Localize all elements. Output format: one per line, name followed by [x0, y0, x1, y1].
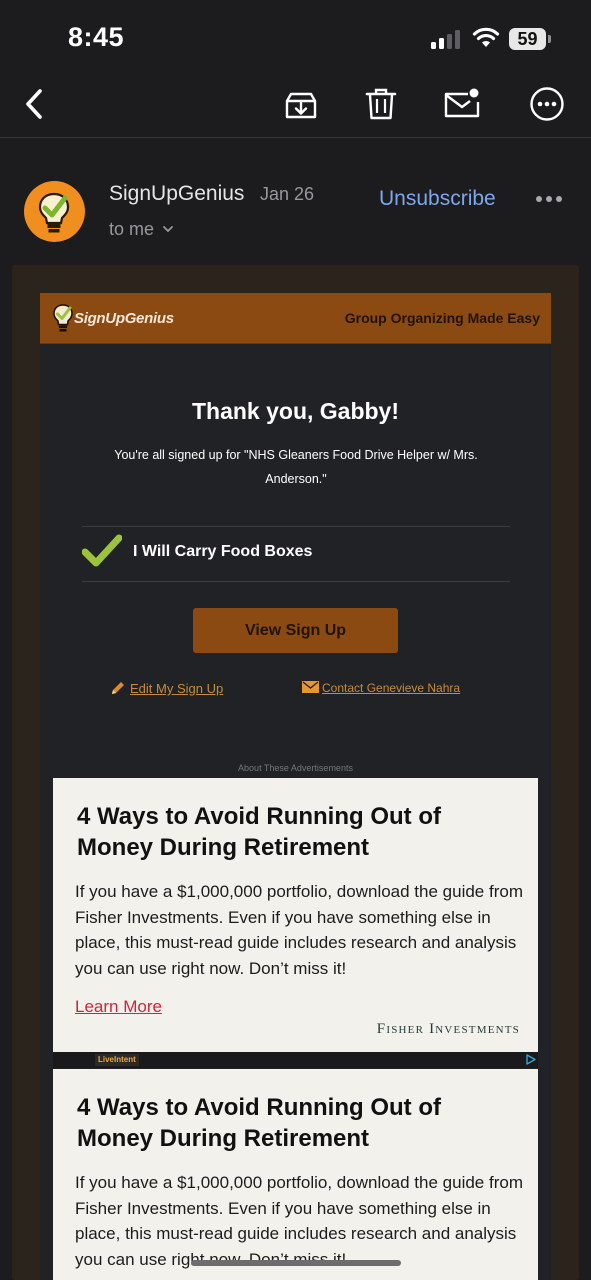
unsubscribe-button[interactable]: Unsubscribe [379, 187, 496, 211]
email-date: Jan 26 [260, 184, 315, 204]
brand-logo-text: SignUpGenius [74, 310, 174, 327]
chevron-down-icon [163, 226, 173, 233]
learn-more-link[interactable]: Learn More [75, 997, 162, 1017]
back-chevron-icon[interactable] [16, 86, 52, 122]
status-time: 8:45 [68, 22, 125, 52]
ad-card[interactable]: 4 Ways to Avoid Running Out of Money Dur… [53, 778, 538, 1052]
sender-avatar[interactable] [24, 181, 85, 242]
about-ads-link[interactable]: About These Advertisements [40, 763, 551, 773]
signupgenius-header: SignUpGenius Group Organizing Made Easy [40, 293, 551, 344]
signup-description: You're all signed up for "NHS Gleaners F… [114, 448, 478, 486]
lightbulb-logo-icon [53, 304, 73, 332]
recipient-toggle[interactable]: to me [109, 219, 174, 240]
battery-level: 59 [509, 28, 546, 50]
contact-organizer-label: Contact Genevieve Nahra [322, 681, 461, 695]
recipient-label: to me [109, 219, 155, 239]
ad-body: If you have a $1,000,000 portfolio, down… [75, 882, 523, 978]
contact-organizer-link[interactable]: Contact Genevieve Nahra [302, 681, 460, 695]
ad-body: If you have a $1,000,000 portfolio, down… [75, 1173, 523, 1269]
divider [82, 526, 510, 527]
liveintent-badge[interactable]: LiveIntent [95, 1054, 139, 1066]
ad-card[interactable]: 4 Ways to Avoid Running Out of Money Dur… [53, 1069, 538, 1280]
cellular-signal-icon [431, 29, 463, 49]
mail-toolbar [0, 72, 591, 138]
checkmark-icon [82, 534, 122, 567]
edit-signup-link[interactable]: Edit My Sign Up [110, 680, 223, 696]
adchoices-icon[interactable] [526, 1054, 536, 1065]
ad-network-strip: LiveIntent [53, 1052, 538, 1068]
brand-tagline: Group Organizing Made Easy [344, 310, 540, 326]
thank-you-heading: Thank you, Gabby! [191, 398, 400, 424]
archive-icon[interactable] [283, 86, 319, 122]
ad-title: 4 Ways to Avoid Running Out of Money Dur… [77, 1094, 441, 1152]
edit-signup-label: Edit My Sign Up [130, 681, 224, 696]
lightbulb-check-icon [38, 192, 70, 233]
advertiser-logo: Fisher Investments [376, 1021, 520, 1037]
status-bar: 8:45 59 [0, 0, 591, 72]
home-indicator[interactable] [191, 1260, 401, 1266]
mail-unread-icon[interactable] [444, 86, 480, 122]
more-circle-icon[interactable] [529, 86, 565, 122]
wifi-icon [472, 27, 500, 47]
pencil-icon [112, 682, 124, 694]
divider [82, 581, 510, 582]
more-horizontal-icon[interactable] [536, 196, 562, 202]
battery-tip [548, 35, 551, 43]
envelope-icon [302, 681, 319, 693]
trash-icon[interactable] [363, 86, 399, 122]
sender-name[interactable]: SignUpGenius [109, 182, 244, 206]
view-signup-button[interactable]: View Sign Up [193, 608, 398, 653]
slot-label: I Will Carry Food Boxes [133, 543, 313, 560]
ad-title: 4 Ways to Avoid Running Out of Money Dur… [77, 803, 441, 861]
